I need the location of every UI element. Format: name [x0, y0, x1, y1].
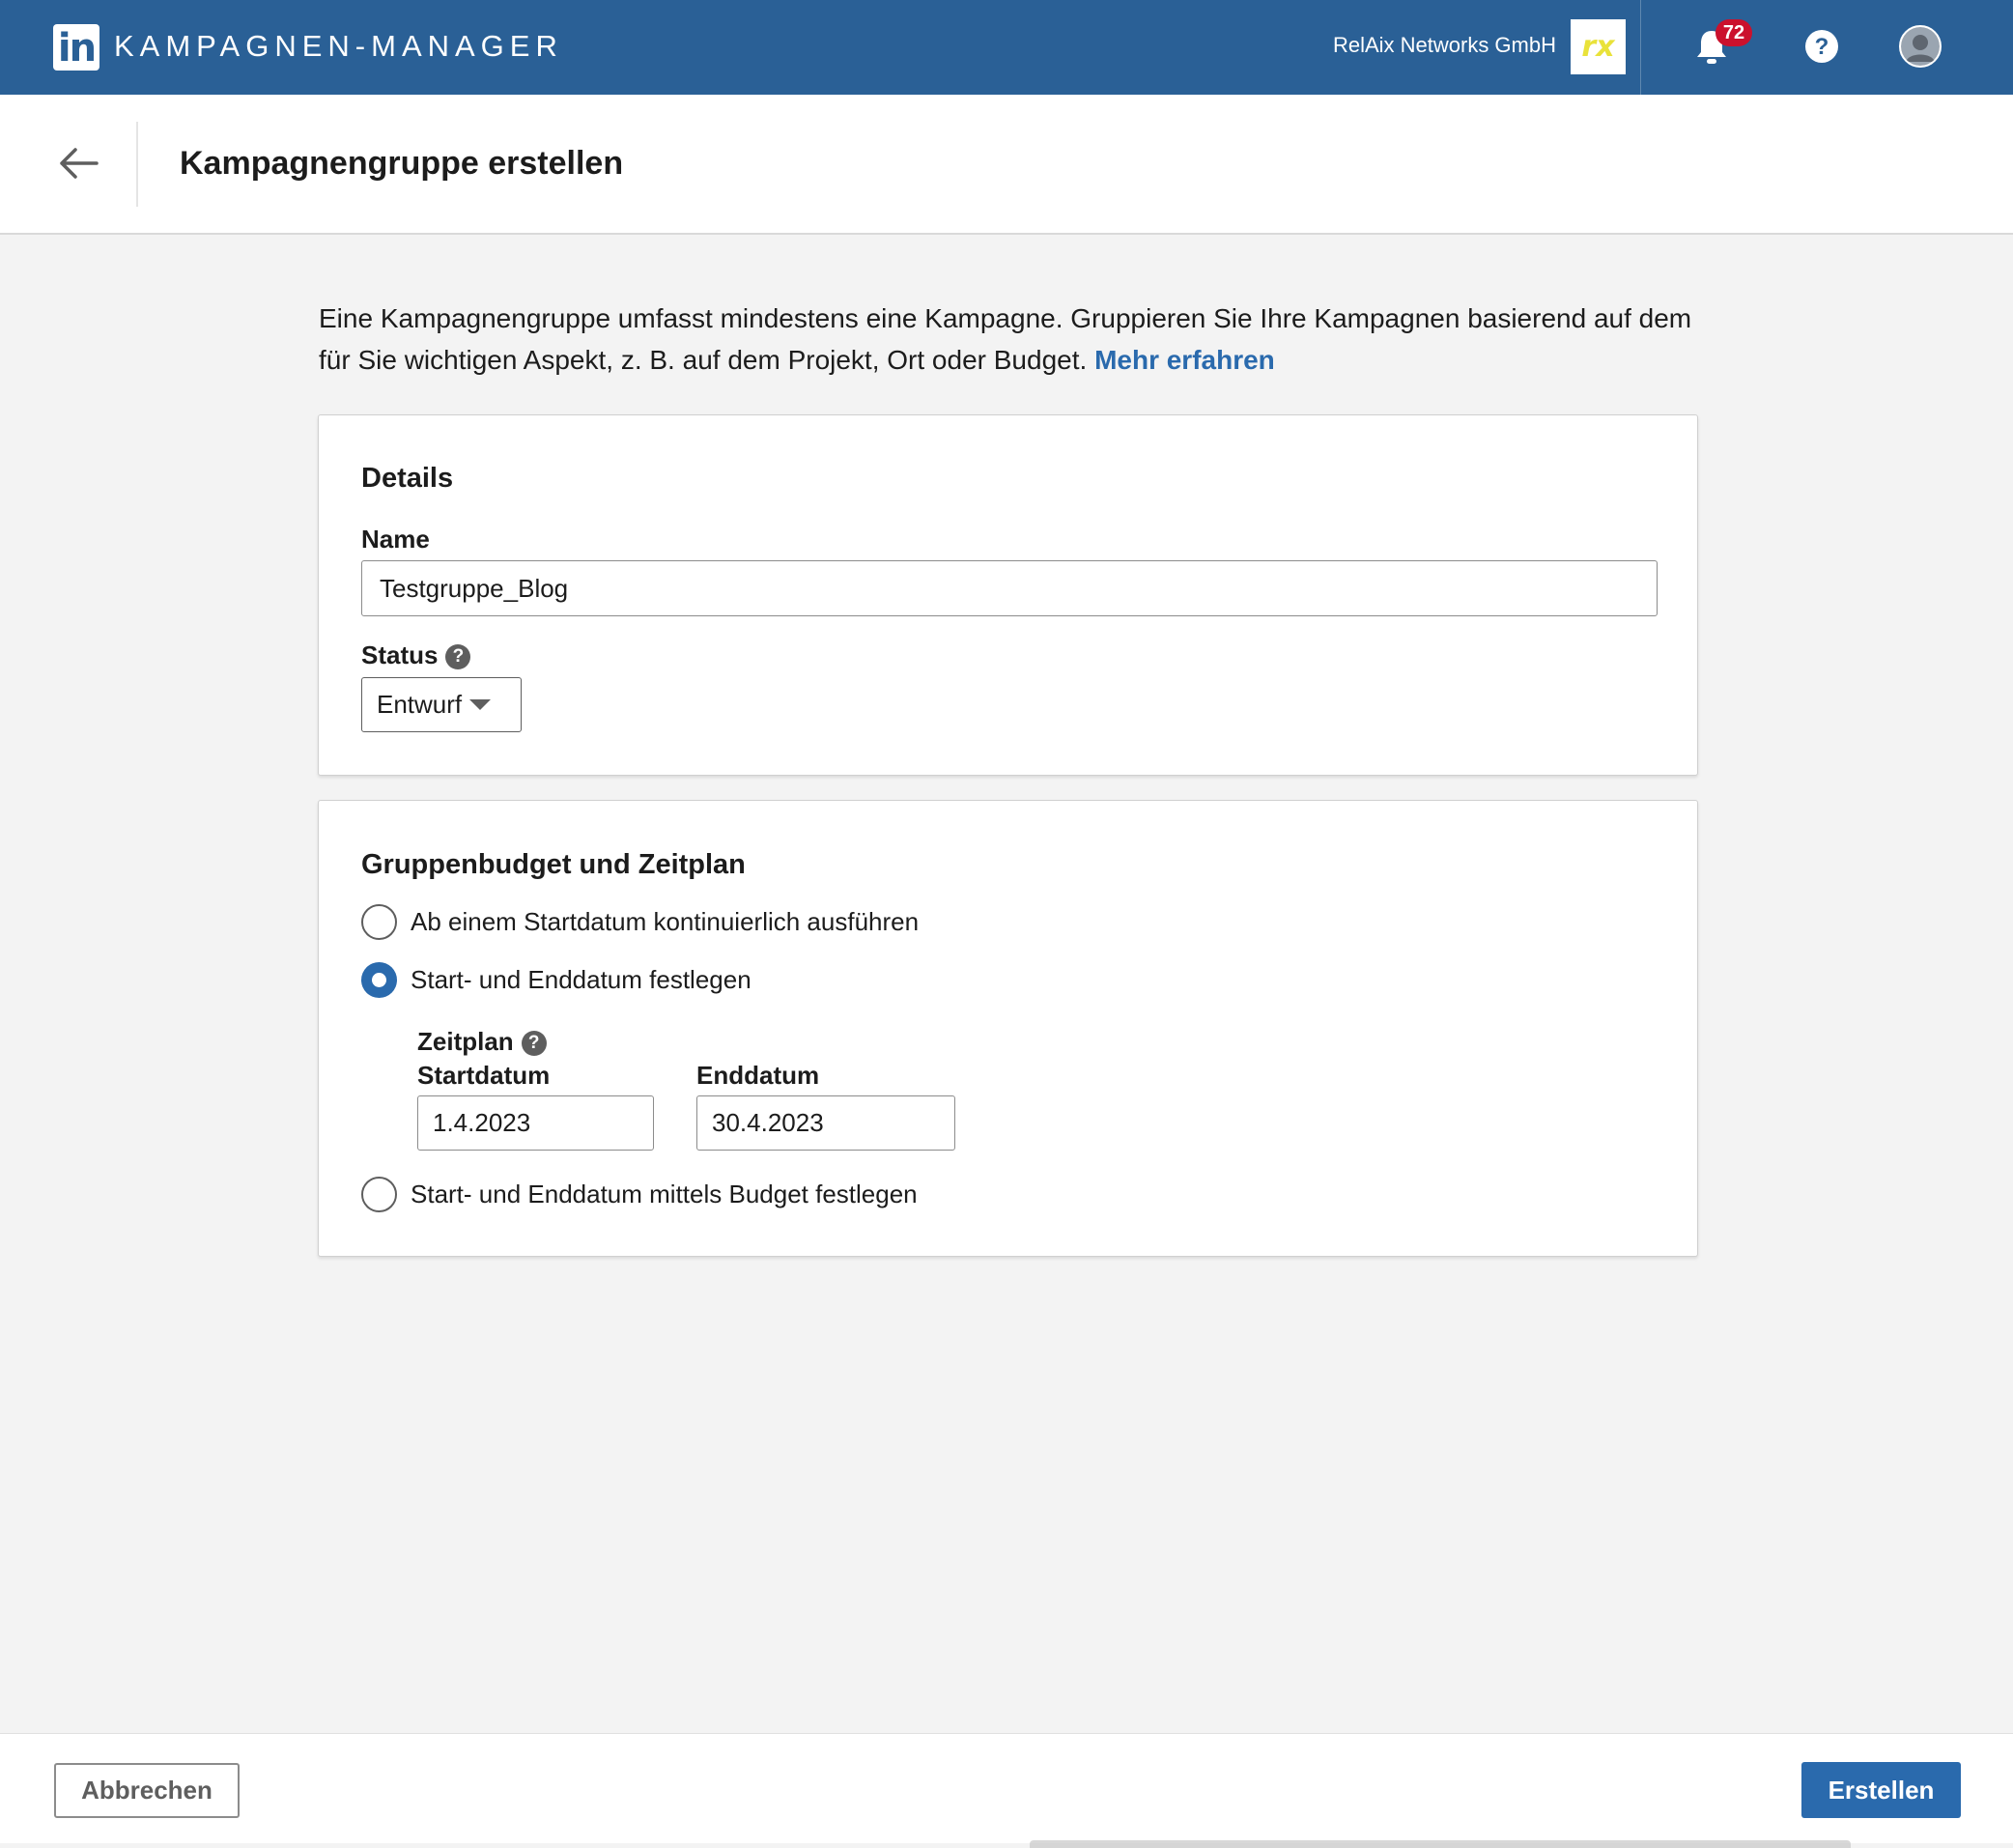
schedule-label: Zeitplan: [417, 1027, 514, 1056]
cancel-button[interactable]: Abbrechen: [54, 1763, 240, 1818]
question-icon[interactable]: ?: [445, 644, 471, 670]
account-logo[interactable]: rx: [1571, 19, 1626, 74]
question-icon[interactable]: ?: [521, 1031, 547, 1057]
radio-label: Ab einem Startdatum kontinuierlich ausfü…: [411, 907, 920, 936]
user-icon: [1901, 27, 1940, 66]
page-header: Kampagnengruppe erstellen: [0, 95, 2013, 235]
radio-option-budget[interactable]: Start- und Enddatum mittels Budget festl…: [361, 1177, 918, 1212]
app-title: KAMPAGNEN-MANAGER: [114, 29, 563, 63]
header-divider: [136, 122, 138, 207]
scroll-indicator: [1030, 1840, 1851, 1848]
radio-button-selected[interactable]: [361, 962, 397, 998]
back-arrow-icon[interactable]: [58, 146, 100, 181]
account-name[interactable]: RelAix Networks GmbH: [1333, 33, 1556, 58]
budget-heading: Gruppenbudget und Zeitplan: [361, 849, 746, 880]
intro-text: Eine Kampagnengruppe umfasst mindestens …: [319, 298, 1700, 381]
intro-description: Eine Kampagnengruppe umfasst mindestens …: [319, 303, 1692, 375]
radio-button[interactable]: [361, 1177, 397, 1212]
topbar-divider: [1640, 0, 1641, 95]
create-button[interactable]: Erstellen: [1801, 1762, 1961, 1818]
footer-bar: Abbrechen Erstellen: [0, 1733, 2013, 1848]
name-label: Name: [361, 525, 430, 554]
radio-label: Start- und Enddatum mittels Budget festl…: [411, 1180, 918, 1208]
linkedin-logo[interactable]: in: [53, 24, 99, 71]
caret-down-icon: [469, 699, 492, 710]
radio-option-continuous[interactable]: Ab einem Startdatum kontinuierlich ausfü…: [361, 904, 919, 940]
status-value: Entwurf: [377, 690, 463, 719]
avatar[interactable]: [1899, 25, 1942, 68]
status-label-row: Status?: [361, 640, 471, 670]
status-dropdown[interactable]: Entwurf: [361, 677, 522, 732]
details-heading: Details: [361, 463, 454, 494]
learn-more-link[interactable]: Mehr erfahren: [1094, 345, 1275, 375]
details-card: Details Name Testgruppe_Blog Status? Ent…: [318, 414, 1698, 776]
budget-schedule-card: Gruppenbudget und Zeitplan Ab einem Star…: [318, 800, 1698, 1257]
name-input[interactable]: Testgruppe_Blog: [361, 560, 1658, 616]
top-navigation-bar: in KAMPAGNEN-MANAGER RelAix Networks Gmb…: [0, 0, 2013, 95]
start-date-label: Startdatum: [417, 1061, 551, 1090]
end-date-label: Enddatum: [696, 1061, 820, 1090]
start-date-input[interactable]: 1.4.2023: [417, 1095, 654, 1151]
page-title: Kampagnengruppe erstellen: [180, 145, 624, 182]
notification-badge: 72: [1715, 19, 1752, 46]
account-logo-text: rx: [1581, 30, 1615, 64]
status-label: Status: [361, 640, 439, 669]
end-date-input[interactable]: 30.4.2023: [696, 1095, 955, 1151]
radio-button[interactable]: [361, 904, 397, 940]
radio-label: Start- und Enddatum festlegen: [411, 965, 751, 994]
schedule-label-row: Zeitplan?: [417, 1027, 547, 1057]
svg-text:?: ?: [1815, 34, 1829, 60]
radio-option-start-end[interactable]: Start- und Enddatum festlegen: [361, 962, 751, 998]
help-icon[interactable]: ?: [1804, 29, 1839, 64]
